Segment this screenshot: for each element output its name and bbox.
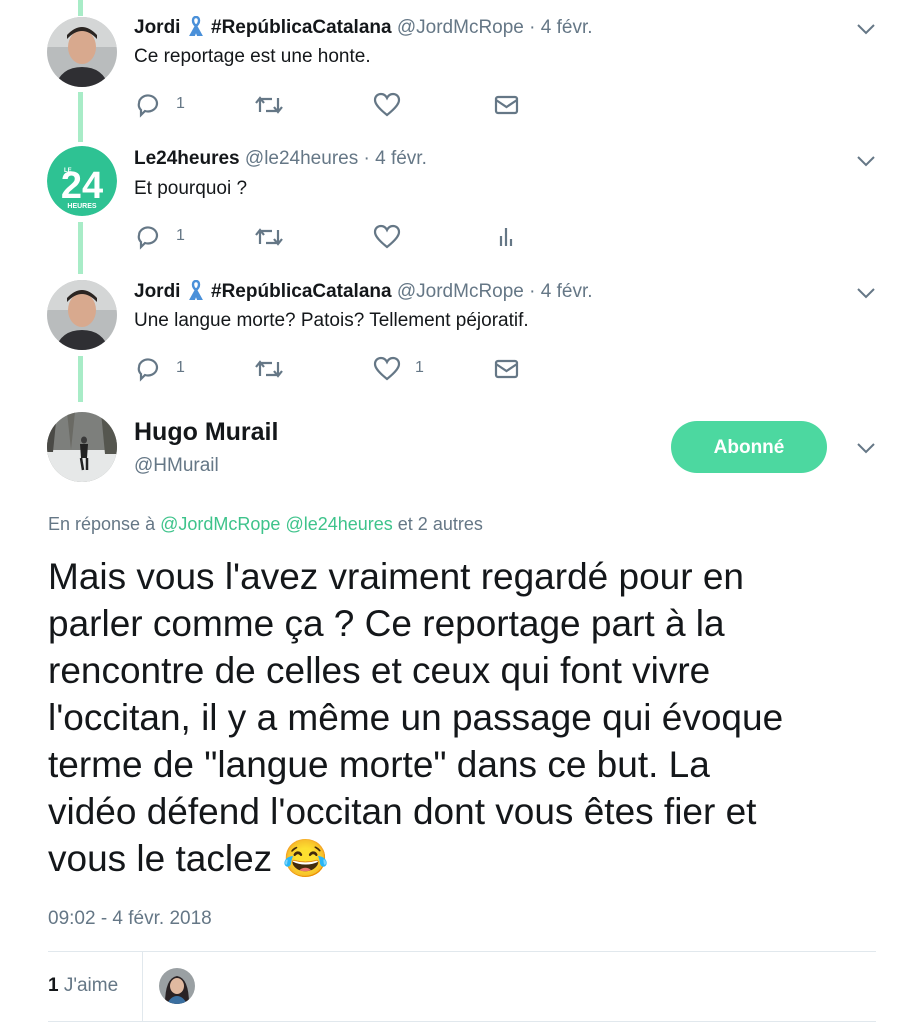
- tweet-text: Mais vous l'avez vraiment regardé pour e…: [48, 553, 898, 882]
- likes-label: J'aime: [63, 975, 119, 996]
- mention-link[interactable]: @JordMcRope: [160, 514, 280, 534]
- likes-summary[interactable]: 1 J'aime: [48, 975, 118, 997]
- separator-dot: ·: [363, 148, 370, 169]
- blue-ribbon-icon: [188, 16, 203, 36]
- divider: [142, 952, 143, 1022]
- message-icon: [494, 359, 519, 379]
- display-name[interactable]: Le24heures: [134, 148, 240, 169]
- divider: [48, 951, 876, 952]
- liker-avatar[interactable]: [159, 968, 195, 1004]
- tweet-header: Jordi #RepúblicaCatalana @JordMcRope · 4…: [134, 280, 593, 303]
- display-name[interactable]: Jordi: [134, 17, 180, 38]
- likes-count: 1: [48, 975, 59, 996]
- chevron-down-icon[interactable]: [856, 442, 876, 454]
- tweet-text-line-last: vous le taclez 😂: [48, 835, 898, 882]
- chevron-down-icon[interactable]: [856, 155, 876, 167]
- following-button[interactable]: Abonné: [671, 421, 827, 473]
- reply-count: 1: [176, 227, 185, 244]
- avatar[interactable]: [47, 280, 117, 350]
- reply-icon: [137, 358, 159, 382]
- display-name[interactable]: Hugo Murail: [134, 418, 278, 447]
- reply-count: 1: [176, 359, 185, 376]
- laughing-emoji: 😂: [282, 838, 329, 879]
- tweet-text: Ce reportage est une honte.: [134, 46, 371, 67]
- retweet-icon: [255, 360, 283, 378]
- message-icon: [494, 95, 519, 115]
- tweet-text-line: rencontre de celles et ceux qui font viv…: [48, 650, 711, 691]
- blue-ribbon-icon: [188, 280, 203, 300]
- tweet-text-line: parler comme ça ? Ce reportage part à la: [48, 603, 725, 644]
- tweet-timestamp[interactable]: 09:02 - 4 févr. 2018: [48, 908, 212, 930]
- tweet-text-line: vidéo défend l'occitan dont vous êtes fi…: [48, 791, 757, 832]
- tweet-text-line: l'occitan, il y a même un passage qui év…: [48, 697, 784, 738]
- reply-prefix: En réponse à: [48, 514, 156, 534]
- tweet-header: Le24heures @le24heures · 4 févr.: [134, 148, 427, 170]
- display-name[interactable]: Jordi: [134, 281, 180, 302]
- display-name-tag: #RepúblicaCatalana: [211, 17, 392, 38]
- reply-count: 1: [176, 95, 185, 112]
- thread-line: [78, 356, 83, 402]
- tweet-header: Jordi #RepúblicaCatalana @JordMcRope · 4…: [134, 16, 593, 39]
- logo-number-text: 24: [61, 165, 103, 207]
- chevron-down-icon[interactable]: [856, 23, 876, 35]
- separator-dot: ·: [529, 17, 536, 38]
- mention-link[interactable]: @le24heures: [285, 514, 392, 534]
- chevron-down-icon[interactable]: [856, 287, 876, 299]
- reply-icon: [137, 226, 159, 250]
- avatar[interactable]: [47, 17, 117, 87]
- reply-suffix[interactable]: et 2 autres: [398, 514, 483, 534]
- heart-icon: [373, 92, 401, 117]
- logo-bottom-text: HEURES: [67, 203, 97, 210]
- thread-line: [78, 92, 83, 142]
- tweet-text: Une langue morte? Patois? Tellement péjo…: [134, 310, 529, 331]
- tweet-text: Et pourquoi ?: [134, 178, 248, 199]
- avatar[interactable]: [47, 412, 117, 482]
- thread-line: [78, 222, 83, 274]
- tweet-date[interactable]: 4 févr.: [541, 281, 593, 302]
- tweet-text-line: terme de "langue morte" dans ce but. La: [48, 744, 710, 785]
- separator-dot: ·: [529, 281, 536, 302]
- analytics-icon: [499, 228, 513, 246]
- user-handle[interactable]: @JordMcRope: [397, 281, 524, 302]
- user-handle[interactable]: @HMurail: [134, 455, 219, 477]
- thread-line: [78, 0, 83, 16]
- reply-icon: [137, 94, 159, 118]
- display-name-tag: #RepúblicaCatalana: [211, 281, 392, 302]
- user-handle[interactable]: @JordMcRope: [397, 17, 524, 38]
- tweet-text-line: Mais vous l'avez vraiment regardé pour e…: [48, 556, 745, 597]
- tweet-text-line: vous le taclez: [48, 838, 273, 879]
- avatar[interactable]: LE 24 HEURES: [47, 146, 117, 216]
- tweet-date[interactable]: 4 févr.: [375, 148, 427, 169]
- like-count: 1: [415, 359, 424, 376]
- tweet-date[interactable]: 4 févr.: [541, 17, 593, 38]
- heart-icon: [373, 224, 401, 249]
- reply-context: En réponse à @JordMcRope @le24heures et …: [48, 514, 483, 535]
- divider: [48, 1021, 876, 1022]
- retweet-icon: [255, 228, 283, 246]
- user-handle[interactable]: @le24heures: [245, 148, 358, 169]
- heart-icon: [373, 356, 401, 381]
- retweet-icon: [255, 96, 283, 114]
